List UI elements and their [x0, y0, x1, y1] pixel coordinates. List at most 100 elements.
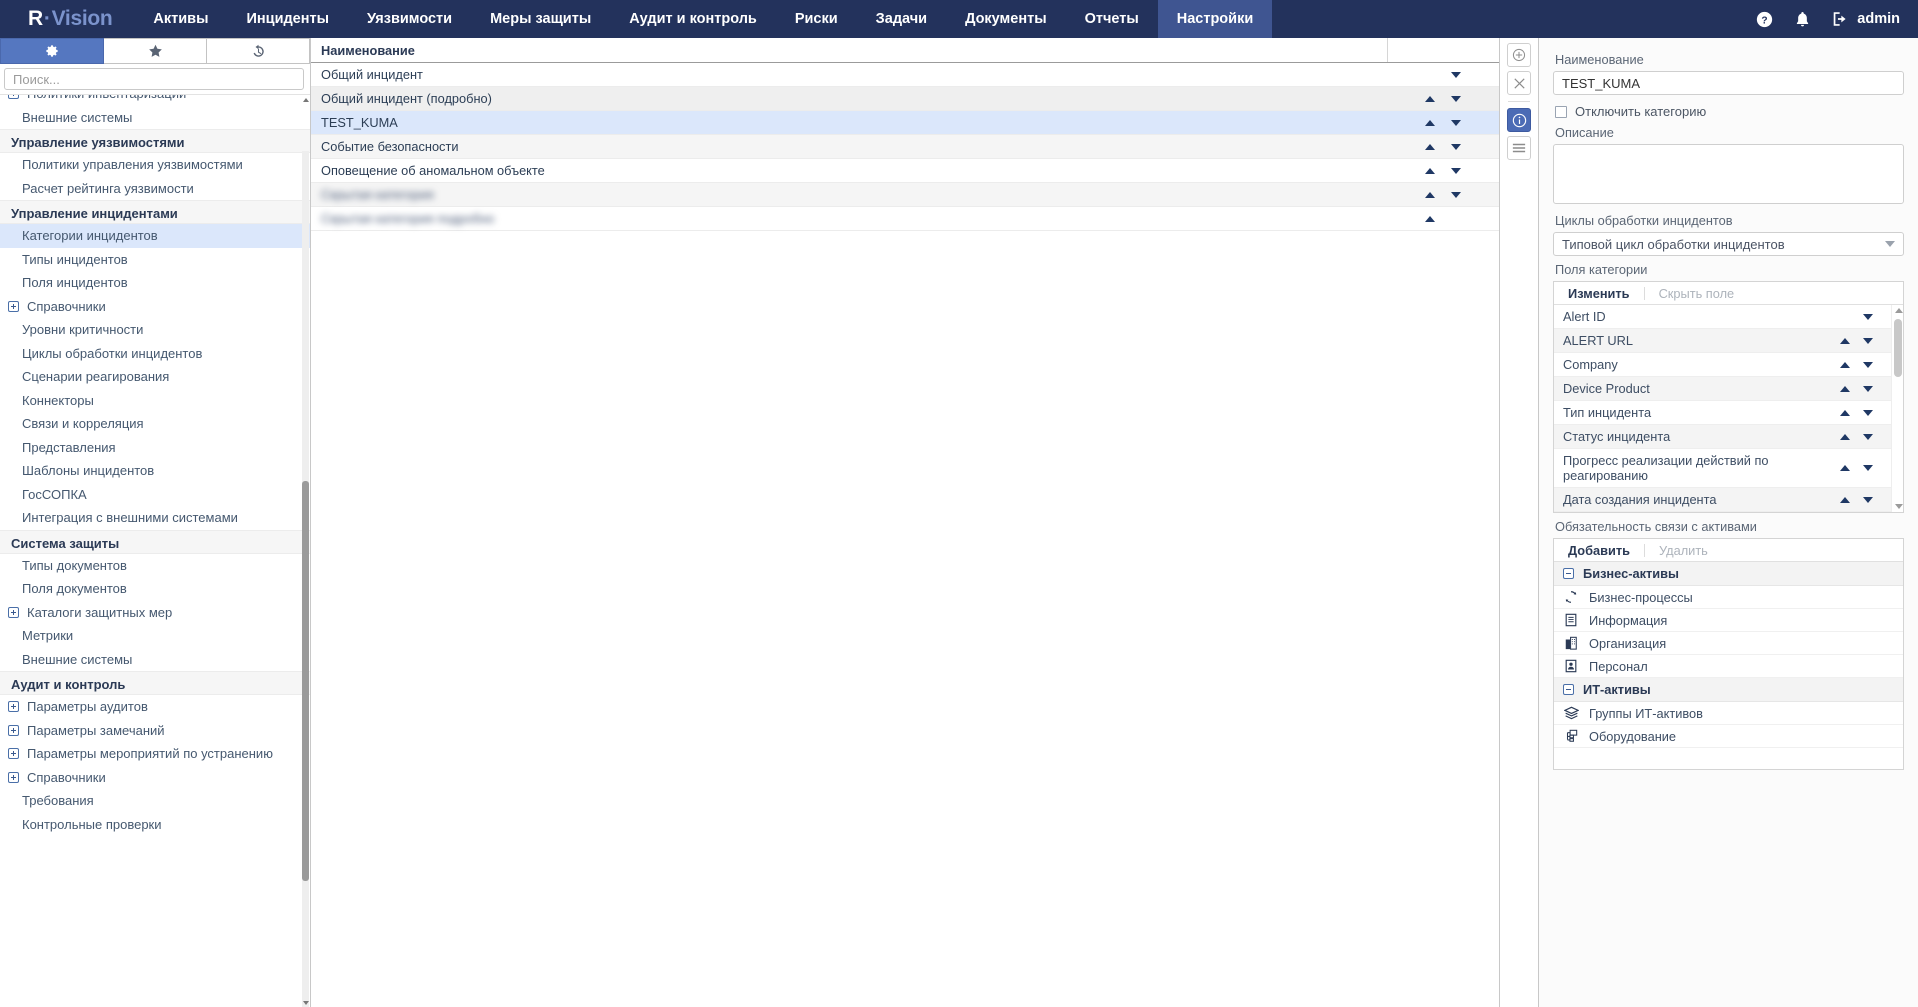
move-up-icon[interactable] [1425, 144, 1435, 150]
move-up-icon[interactable] [1840, 338, 1850, 344]
move-up-icon[interactable] [1840, 465, 1850, 471]
app-logo[interactable]: R·Vision [0, 0, 134, 38]
move-up-icon[interactable] [1840, 386, 1850, 392]
asset-row[interactable]: Группы ИТ-активов [1554, 702, 1903, 725]
help-circle-icon[interactable]: ? [1756, 11, 1773, 28]
move-down-icon[interactable] [1451, 72, 1461, 78]
table-row[interactable]: Скрытая категория подробно [311, 207, 1499, 231]
nav-item-2[interactable]: Уязвимости [348, 0, 471, 38]
sidebar-item-22[interactable]: Каталоги защитных мер [0, 601, 310, 625]
disable-category-row[interactable]: Отключить категорию [1555, 104, 1904, 119]
sidebar-item-1[interactable]: Внешние системы [0, 106, 310, 130]
move-down-icon[interactable] [1863, 314, 1873, 320]
sidebar-item-17[interactable]: ГосСОПКА [0, 483, 310, 507]
sidebar-item-16[interactable]: Шаблоны инцидентов [0, 459, 310, 483]
asset-row[interactable]: Персонал [1554, 655, 1903, 678]
sidebar-item-12[interactable]: Сценарии реагирования [0, 365, 310, 389]
nav-item-6[interactable]: Задачи [857, 0, 946, 38]
fields-scroll-up[interactable] [1895, 308, 1903, 313]
move-up-icon[interactable] [1840, 497, 1850, 503]
move-up-icon[interactable] [1840, 362, 1850, 368]
asset-row[interactable]: Бизнес-процессы [1554, 586, 1903, 609]
sidebar-item-27[interactable]: Параметры замечаний [0, 719, 310, 743]
sidebar-item-10[interactable]: Уровни критичности [0, 318, 310, 342]
sidebar-item-23[interactable]: Метрики [0, 624, 310, 648]
sidebar-item-31[interactable]: Контрольные проверки [0, 813, 310, 837]
user-menu[interactable]: admin [1832, 11, 1900, 27]
category-field-row[interactable]: Прогресс реализации действий по реагиров… [1554, 449, 1903, 488]
category-field-row[interactable]: Дата выявления инцидента [1554, 512, 1903, 513]
table-row[interactable]: TEST_KUMA [311, 111, 1499, 135]
expand-plus-icon[interactable] [8, 607, 19, 618]
lifecycle-select[interactable]: Типовой цикл обработки инцидентов [1553, 232, 1904, 256]
nav-item-3[interactable]: Меры защиты [471, 0, 610, 38]
sidebar-item-21[interactable]: Поля документов [0, 577, 310, 601]
move-up-icon[interactable] [1425, 120, 1435, 126]
move-down-icon[interactable] [1863, 410, 1873, 416]
sidebar-group-2[interactable]: Управление уязвимостями [0, 129, 310, 153]
sidebar-tab-favorites[interactable] [104, 38, 207, 64]
sidebar-group-19[interactable]: Система защиты [0, 530, 310, 554]
category-field-row[interactable]: Тип инцидента [1554, 401, 1903, 425]
add-asset-button[interactable]: Добавить [1554, 539, 1644, 561]
move-up-icon[interactable] [1840, 434, 1850, 440]
sidebar-tree[interactable]: Политики инвентаризацииВнешние системыУп… [0, 94, 310, 1007]
nav-item-4[interactable]: Аудит и контроль [610, 0, 776, 38]
sidebar-tab-settings[interactable] [0, 38, 104, 64]
notification-bell-icon[interactable] [1795, 11, 1810, 28]
asset-group-row[interactable]: Бизнес-активы [1554, 562, 1903, 586]
expand-plus-icon[interactable] [8, 301, 19, 312]
sidebar-item-7[interactable]: Типы инцидентов [0, 248, 310, 272]
move-down-icon[interactable] [1863, 434, 1873, 440]
category-field-row[interactable]: Дата создания инцидента [1554, 488, 1903, 512]
category-field-row[interactable]: ALERT URL [1554, 329, 1903, 353]
edit-field-button[interactable]: Изменить [1554, 282, 1644, 304]
sidebar-item-6[interactable]: Категории инцидентов [0, 224, 310, 248]
move-down-icon[interactable] [1863, 465, 1873, 471]
nav-item-1[interactable]: Инциденты [227, 0, 348, 38]
info-circle-icon[interactable] [1507, 108, 1531, 132]
sidebar-scroll-thumb[interactable] [302, 481, 309, 881]
sidebar-item-3[interactable]: Политики управления уязвимостями [0, 153, 310, 177]
sidebar-item-9[interactable]: Справочники [0, 295, 310, 319]
move-down-icon[interactable] [1863, 497, 1873, 503]
move-down-icon[interactable] [1451, 96, 1461, 102]
sidebar-item-26[interactable]: Параметры аудитов [0, 695, 310, 719]
expand-plus-icon[interactable] [8, 772, 19, 783]
sidebar-item-11[interactable]: Циклы обработки инцидентов [0, 342, 310, 366]
table-row[interactable]: Оповещение об аномальном объекте [311, 159, 1499, 183]
collapse-minus-icon[interactable] [1563, 684, 1574, 695]
fields-scroll-thumb[interactable] [1894, 319, 1902, 377]
sidebar-scroll-down[interactable] [302, 998, 309, 1007]
nav-item-9[interactable]: Настройки [1158, 0, 1273, 38]
move-up-icon[interactable] [1425, 216, 1435, 222]
fields-scroll-down[interactable] [1895, 504, 1903, 509]
asset-group-row[interactable]: ИТ-активы [1554, 678, 1903, 702]
sidebar-item-28[interactable]: Параметры мероприятий по устранению [0, 742, 310, 766]
move-down-icon[interactable] [1863, 386, 1873, 392]
expand-plus-icon[interactable] [8, 94, 19, 99]
asset-row[interactable]: Организация [1554, 632, 1903, 655]
category-field-row[interactable]: Device Product [1554, 377, 1903, 401]
table-row[interactable]: Скрытая категория [311, 183, 1499, 207]
column-header-name[interactable]: Наименование [321, 43, 1387, 58]
sidebar-item-24[interactable]: Внешние системы [0, 648, 310, 672]
sidebar-item-20[interactable]: Типы документов [0, 554, 310, 578]
asset-row[interactable]: Оборудование [1554, 725, 1903, 748]
description-textarea[interactable] [1553, 144, 1904, 204]
expand-plus-icon[interactable] [8, 725, 19, 736]
move-up-icon[interactable] [1425, 192, 1435, 198]
category-field-row[interactable]: Alert ID [1554, 305, 1903, 329]
sidebar-item-13[interactable]: Коннекторы [0, 389, 310, 413]
move-down-icon[interactable] [1451, 120, 1461, 126]
move-up-icon[interactable] [1840, 410, 1850, 416]
sidebar-item-4[interactable]: Расчет рейтинга уязвимости [0, 177, 310, 201]
collapse-minus-icon[interactable] [1563, 568, 1574, 579]
name-input[interactable] [1553, 71, 1904, 95]
move-up-icon[interactable] [1425, 168, 1435, 174]
sidebar-scroll-up[interactable] [302, 95, 309, 104]
sidebar-item-14[interactable]: Связи и корреляция [0, 412, 310, 436]
sidebar-tab-history[interactable] [207, 38, 310, 64]
expand-plus-icon[interactable] [8, 701, 19, 712]
move-down-icon[interactable] [1863, 362, 1873, 368]
